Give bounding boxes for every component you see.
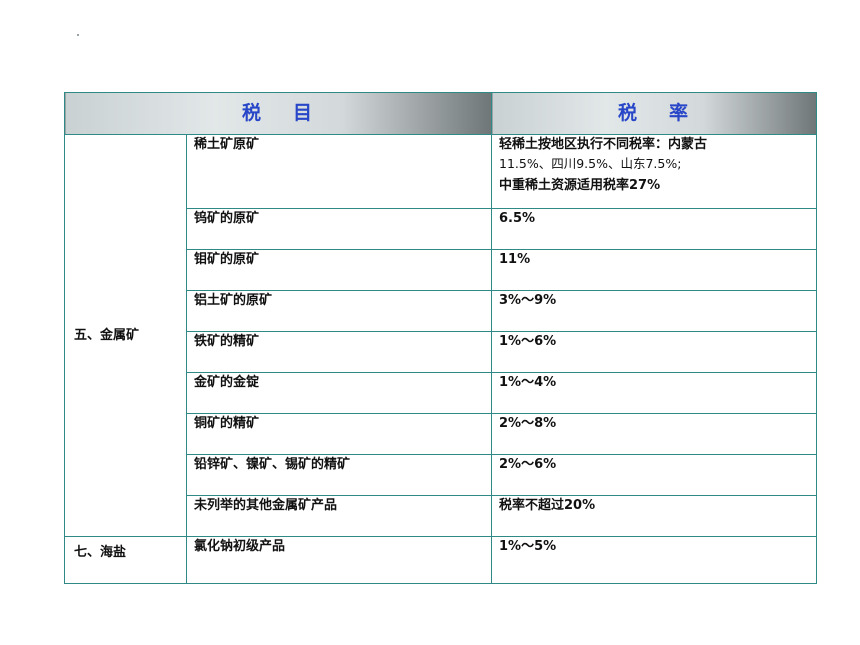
rate-text-line: 中重稀土资源适用税率27% — [499, 178, 661, 193]
rate-cell: 1%～5% — [491, 536, 817, 584]
rate-cell: 1%～6% — [491, 331, 817, 373]
header-tax-item-char2: 目 — [293, 102, 315, 124]
rate-cell: 轻稀土按地区执行不同税率：内蒙古 11.5%、四川9.5%、山东7.5%; 中重… — [491, 134, 817, 209]
item-cell: 未列举的其他金属矿产品 — [186, 495, 492, 537]
item-cell: 钨矿的原矿 — [186, 208, 492, 250]
table-row: 七、海盐 氯化钠初级产品 1%～5% — [64, 536, 817, 584]
header-tax-rate: 税率 — [491, 92, 817, 135]
rate-cell: 11% — [491, 249, 817, 291]
item-cell: 铝土矿的原矿 — [186, 290, 492, 332]
rate-cell: 1%～4% — [491, 372, 817, 414]
rate-cell: 2%～6% — [491, 454, 817, 496]
rate-text-line: 11.5%、四川9.5%、山东7.5%; — [499, 156, 682, 171]
item-cell: 铅锌矿、镍矿、锡矿的精矿 — [186, 454, 492, 496]
item-cell: 铜矿的精矿 — [186, 413, 492, 455]
header-tax-rate-char1: 税 — [617, 102, 639, 124]
item-cell: 金矿的金锭 — [186, 372, 492, 414]
rate-cell: 3%～9% — [491, 290, 817, 332]
rate-cell: 税率不超过20% — [491, 495, 817, 537]
item-cell: 钼矿的原矿 — [186, 249, 492, 291]
rate-cell: 2%～8% — [491, 413, 817, 455]
item-cell: 铁矿的精矿 — [186, 331, 492, 373]
header-tax-rate-char2: 率 — [669, 102, 691, 124]
item-cell: 氯化钠初级产品 — [186, 536, 492, 584]
header-tax-item-char1: 税 — [241, 102, 263, 124]
rate-text-line: 轻稀土按地区执行不同税率：内蒙古 — [499, 137, 708, 152]
item-cell: 稀土矿原矿 — [186, 134, 492, 209]
decorative-dot — [77, 34, 79, 36]
category-metal-ore: 五、金属矿 — [64, 134, 187, 537]
tax-rate-table: 税目 税率 五、金属矿 稀土矿原矿 轻稀土按地区执行不同税率：内蒙古 11.5%… — [64, 92, 817, 584]
rate-cell: 6.5% — [491, 208, 817, 250]
header-tax-item: 税目 — [64, 92, 492, 135]
table-row: 五、金属矿 稀土矿原矿 轻稀土按地区执行不同税率：内蒙古 11.5%、四川9.5… — [64, 134, 817, 537]
table-header-row: 税目 税率 — [64, 92, 817, 135]
category-sea-salt: 七、海盐 — [64, 536, 187, 584]
